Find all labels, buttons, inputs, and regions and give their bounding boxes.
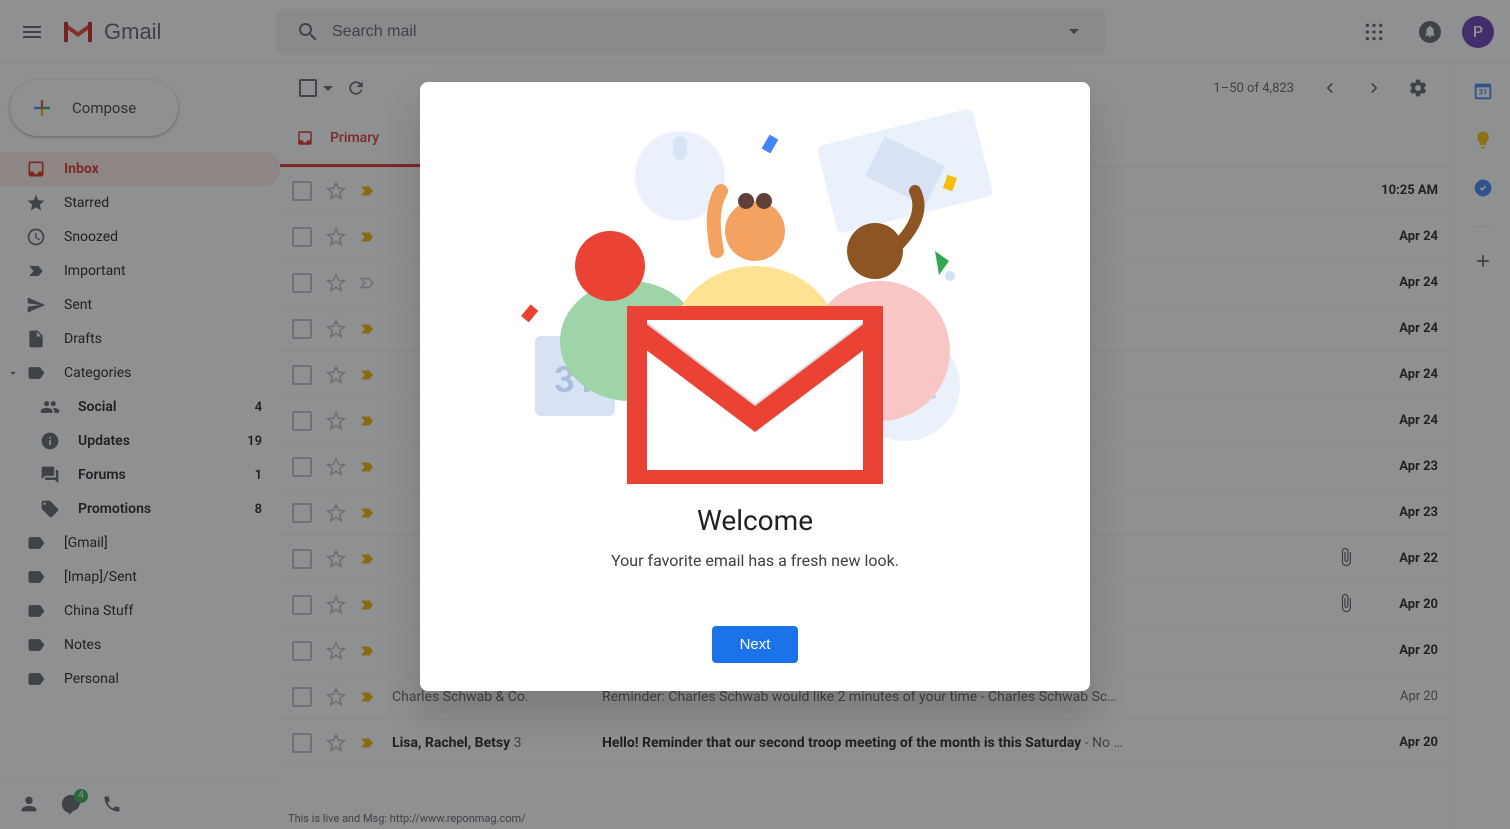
modal-title: Welcome <box>697 504 813 537</box>
modal-next-button[interactable]: Next <box>712 626 799 663</box>
welcome-modal: 31 <box>420 82 1090 691</box>
modal-overlay[interactable]: 31 <box>0 0 1510 829</box>
modal-subtitle: Your favorite email has a fresh new look… <box>611 551 899 570</box>
welcome-illustration: 31 <box>505 106 1005 486</box>
